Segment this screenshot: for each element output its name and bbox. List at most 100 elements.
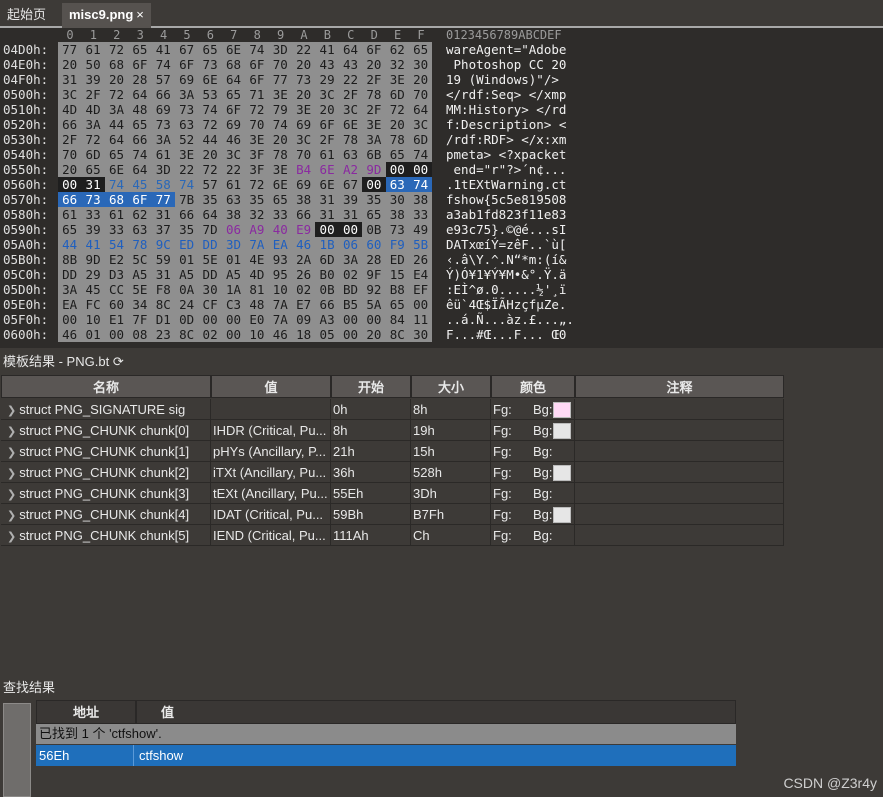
hex-byte[interactable]: 01	[221, 252, 246, 267]
hex-byte[interactable]: 7F	[128, 312, 152, 327]
hex-byte[interactable]: A5	[221, 267, 246, 282]
hex-byte[interactable]: 68	[104, 57, 129, 72]
hex-byte[interactable]: 6E	[104, 162, 129, 177]
hex-byte[interactable]: 78	[338, 132, 363, 147]
hex-byte[interactable]: 3D	[268, 42, 292, 57]
hex-byte[interactable]: 00	[221, 327, 246, 342]
hex-byte[interactable]: 28	[128, 72, 152, 87]
hex-byte[interactable]: 69	[221, 117, 246, 132]
hex-byte[interactable]: 3D	[221, 237, 246, 252]
template-row[interactable]: ❯ struct PNG_CHUNK chunk[1] pHYs (Ancilla…	[1, 441, 784, 462]
hex-byte[interactable]: 45	[128, 177, 152, 192]
hex-ascii[interactable]: MM:History> </rd	[446, 102, 576, 117]
hex-byte[interactable]: 78	[385, 132, 409, 147]
hex-byte[interactable]: 00	[58, 312, 82, 327]
hex-byte[interactable]: 6F	[221, 102, 246, 117]
bg-color-swatch[interactable]	[553, 465, 571, 481]
hex-byte[interactable]: 34	[128, 297, 152, 312]
hex-byte[interactable]: 60	[104, 297, 129, 312]
hex-byte[interactable]: 31	[151, 267, 175, 282]
hex-byte[interactable]: 20	[104, 72, 129, 87]
hex-byte[interactable]: 00	[198, 312, 222, 327]
hex-byte[interactable]: 7D	[198, 222, 222, 237]
close-icon[interactable]: ×	[136, 7, 144, 22]
hex-byte[interactable]: B4	[292, 162, 316, 177]
hex-byte[interactable]: B8	[385, 282, 409, 297]
hex-byte[interactable]: 66	[292, 207, 316, 222]
hex-byte[interactable]: 9C	[151, 237, 175, 252]
search-scrollbar[interactable]	[3, 703, 31, 797]
hex-byte[interactable]: 41	[315, 42, 339, 57]
hex-byte[interactable]: 00	[385, 162, 409, 177]
hex-byte[interactable]: 74	[245, 42, 269, 57]
hex-byte[interactable]: 2F	[315, 132, 339, 147]
hex-ascii[interactable]: </rdf:Seq> </xmp	[446, 87, 576, 102]
hex-byte[interactable]: 69	[175, 72, 199, 87]
hex-byte[interactable]: 73	[198, 57, 222, 72]
hex-byte[interactable]: 46	[58, 327, 82, 342]
hex-byte[interactable]: 6F	[128, 57, 152, 72]
hex-byte[interactable]: A5	[128, 267, 152, 282]
template-row[interactable]: ❯ struct PNG_CHUNK chunk[2] iTXt (Ancilla…	[1, 462, 784, 483]
hex-byte[interactable]: 60	[362, 237, 386, 252]
hex-byte[interactable]: 69	[292, 177, 316, 192]
col-comment[interactable]: 注释	[575, 375, 784, 398]
hex-byte[interactable]: 70	[245, 117, 269, 132]
hex-byte[interactable]: 65	[385, 297, 409, 312]
hex-byte[interactable]: 74	[128, 147, 152, 162]
hex-byte[interactable]: 38	[221, 207, 246, 222]
refresh-icon[interactable]: ⟳	[113, 354, 124, 369]
hex-byte[interactable]: 6D	[385, 87, 409, 102]
hex-byte[interactable]: 22	[292, 42, 316, 57]
hex-byte[interactable]: 65	[198, 42, 222, 57]
hex-byte[interactable]: 69	[292, 117, 316, 132]
hex-byte[interactable]: 28	[362, 252, 386, 267]
hex-byte[interactable]: 41	[81, 237, 105, 252]
hex-byte[interactable]: 02	[198, 327, 222, 342]
hex-byte[interactable]: 64	[128, 87, 152, 102]
hex-byte[interactable]: 6D	[81, 147, 105, 162]
hex-byte[interactable]: 78	[128, 237, 152, 252]
hex-byte[interactable]: 32	[245, 207, 269, 222]
hex-byte[interactable]: 00	[315, 222, 339, 237]
hex-byte[interactable]: 3A	[151, 132, 175, 147]
hex-byte[interactable]: 6B	[362, 147, 386, 162]
hex-byte[interactable]: 0B	[362, 222, 386, 237]
hex-byte[interactable]: 31	[58, 72, 82, 87]
hex-byte[interactable]: 39	[81, 222, 105, 237]
hex-byte[interactable]: 95	[268, 267, 292, 282]
hex-editor[interactable]: 0123456789ABCDEF 0123456789ABCDEF 04D0h:…	[0, 28, 883, 348]
hex-ascii[interactable]: Ý)Ó¥1¥Ý¥M•&°.Ÿ.ä	[446, 267, 576, 282]
hex-byte[interactable]: 26	[409, 252, 433, 267]
hex-byte[interactable]: 64	[128, 162, 152, 177]
chevron-right-icon[interactable]: ❯	[7, 531, 19, 543]
hex-byte[interactable]: 33	[268, 207, 292, 222]
hex-byte[interactable]: 24	[175, 297, 199, 312]
hex-byte[interactable]: 72	[245, 177, 269, 192]
hex-byte[interactable]: 63	[175, 117, 199, 132]
hex-byte[interactable]: 38	[385, 207, 409, 222]
hex-byte[interactable]: 65	[385, 147, 409, 162]
hex-byte[interactable]: 00	[58, 177, 82, 192]
hex-byte[interactable]: 37	[151, 222, 175, 237]
hex-ascii[interactable]: ‹.â\Y.^.N“*m:(í&	[446, 252, 576, 267]
hex-byte[interactable]: 00	[409, 297, 433, 312]
hex-byte[interactable]: 3A	[362, 132, 386, 147]
hex-byte[interactable]: 20	[58, 57, 82, 72]
col-search-value[interactable]: 值	[136, 700, 736, 724]
hex-byte[interactable]: 77	[151, 192, 175, 207]
hex-byte[interactable]: 64	[104, 132, 129, 147]
hex-byte[interactable]: 3E	[292, 102, 316, 117]
hex-byte[interactable]: 20	[58, 162, 82, 177]
hex-byte[interactable]: E0	[245, 312, 269, 327]
hex-byte[interactable]: 5B	[409, 237, 433, 252]
hex-byte[interactable]: 29	[81, 267, 105, 282]
hex-byte[interactable]: 9D	[81, 252, 105, 267]
hex-byte[interactable]: 66	[58, 117, 82, 132]
hex-byte[interactable]: 66	[315, 297, 339, 312]
hex-byte[interactable]: 8C	[175, 327, 199, 342]
hex-byte[interactable]: 65	[81, 162, 105, 177]
hex-byte[interactable]: 53	[198, 87, 222, 102]
hex-byte[interactable]: B5	[338, 297, 363, 312]
hex-byte[interactable]: 5A	[362, 297, 386, 312]
